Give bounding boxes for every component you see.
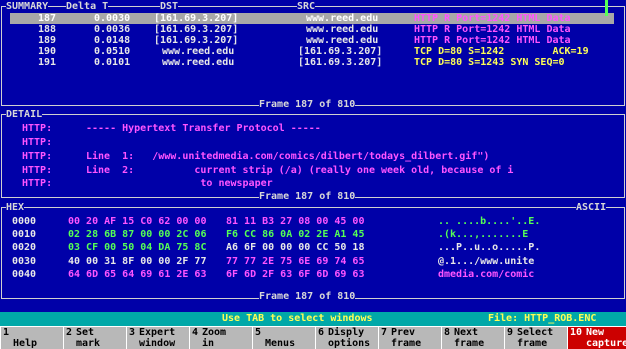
detail-text: Line 2: current strip (/a) (really one w… bbox=[86, 165, 514, 176]
row-id: 190 bbox=[38, 46, 57, 57]
hex-bytes-left: 02 28 6B 87 00 00 2C 06 bbox=[68, 229, 207, 240]
row-info: TCP D=80 S=1242 ACK=19 bbox=[414, 46, 589, 57]
detail-prefix: HTTP: bbox=[22, 123, 53, 134]
f6-display-options-key[interactable]: 6 Disply options bbox=[315, 327, 378, 349]
hex-ascii: .. ....b....'..E. bbox=[438, 216, 541, 227]
hex-ascii: dmedia.com/comic bbox=[438, 269, 535, 280]
f10-new-capture-key[interactable]: 10 New capture bbox=[567, 327, 626, 349]
hex-ascii: ...P..u..o.....P. bbox=[438, 242, 541, 253]
row-dst: [161.69.3.207] bbox=[154, 24, 239, 35]
detail-frame-counter: Frame 187 of 810 bbox=[259, 191, 356, 202]
col-delta-header: Delta T bbox=[66, 1, 109, 12]
f4-zoom-in-key[interactable]: 4 Zoom in bbox=[189, 327, 252, 349]
f5-menus-key[interactable]: 5 Menus bbox=[252, 327, 315, 349]
row-id: 188 bbox=[38, 24, 57, 35]
function-key-bar: 1 Help 2 Set mark 3 Expert window 4 Zoom… bbox=[0, 326, 626, 349]
f3-expert-window-key[interactable]: 3 Expert window bbox=[126, 327, 189, 349]
f2-set-mark-key[interactable]: 2 Set mark bbox=[63, 327, 126, 349]
f8-next-frame-key[interactable]: 8 Next frame bbox=[441, 327, 504, 349]
row-info: HTTP R Port=1242 HTML Data bbox=[414, 24, 571, 35]
hex-bytes-right: 81 11 B3 27 08 00 45 00 bbox=[226, 216, 365, 227]
status-hint: Use TAB to select windows bbox=[222, 313, 373, 324]
detail-prefix: HTTP: bbox=[22, 137, 53, 148]
row-dst: [161.69.3.207] bbox=[154, 35, 239, 46]
accent-bar bbox=[605, 0, 608, 16]
row-info: TCP D=80 S=1243 SYN SEQ=0 bbox=[414, 57, 565, 68]
hex-ascii: @.1.../www.unite bbox=[438, 256, 535, 267]
hex-address: 0000 bbox=[12, 216, 37, 227]
row-src: www.reed.edu bbox=[306, 35, 379, 46]
row-id: 189 bbox=[38, 35, 57, 46]
detail-prefix: HTTP: bbox=[22, 178, 53, 189]
f1-help-key[interactable]: 1 Help bbox=[0, 327, 63, 349]
hex-bytes-left: 03 CF 00 50 04 DA 75 8C bbox=[68, 242, 207, 253]
hex-address: 0040 bbox=[12, 269, 37, 280]
row-info: HTTP R Port=1242 HTML Data bbox=[414, 13, 571, 24]
hex-frame-counter: Frame 187 of 810 bbox=[259, 291, 356, 302]
detail-prefix: HTTP: bbox=[22, 165, 53, 176]
row-delta: 0.0036 bbox=[94, 24, 131, 35]
hex-bytes-left: 40 00 31 8F 00 00 2F 77 bbox=[68, 256, 207, 267]
summary-title: SUMMARY bbox=[6, 1, 49, 12]
row-src: www.reed.edu bbox=[306, 24, 379, 35]
status-file: File: HTTP_ROB.ENC bbox=[488, 313, 597, 324]
hex-address: 0030 bbox=[12, 256, 37, 267]
detail-text: Line 1: /www.unitedmedia.com/comics/dilb… bbox=[86, 151, 490, 162]
status-bar: Use TAB to select windows File: HTTP_ROB… bbox=[0, 312, 626, 326]
row-info: HTTP R Port=1242 HTML Data bbox=[414, 35, 571, 46]
ascii-title: ASCII bbox=[576, 202, 607, 213]
terminal-window: SUMMARY Delta T DST SRC 187 0.0030 [161.… bbox=[0, 0, 626, 326]
f9-select-frame-key[interactable]: 9 Select frame bbox=[504, 327, 567, 349]
row-id: 191 bbox=[38, 57, 57, 68]
row-delta: 0.0148 bbox=[94, 35, 131, 46]
row-src: www.reed.edu bbox=[306, 13, 379, 24]
row-delta: 0.0030 bbox=[94, 13, 131, 24]
row-dst: www.reed.edu bbox=[162, 46, 235, 57]
row-id: 187 bbox=[38, 13, 57, 24]
hex-bytes-right: F6 CC 86 0A 02 2E A1 45 bbox=[226, 229, 365, 240]
row-src: [161.69.3.207] bbox=[298, 57, 383, 68]
detail-prefix: HTTP: bbox=[22, 151, 53, 162]
hex-address: 0020 bbox=[12, 242, 37, 253]
sniffer-screen: SUMMARY Delta T DST SRC 187 0.0030 [161.… bbox=[0, 0, 626, 349]
row-dst: [161.69.3.207] bbox=[154, 13, 239, 24]
detail-text: ----- Hypertext Transfer Protocol ----- bbox=[86, 123, 321, 134]
row-src: [161.69.3.207] bbox=[298, 46, 383, 57]
row-delta: 0.0510 bbox=[94, 46, 131, 57]
hex-ascii: .(k...,.......E bbox=[438, 229, 529, 240]
hex-bytes-left: 00 20 AF 15 C0 62 00 00 bbox=[68, 216, 207, 227]
f7-prev-frame-key[interactable]: 7 Prev frame bbox=[378, 327, 441, 349]
col-src-header: SRC bbox=[297, 1, 316, 12]
hex-bytes-left: 64 6D 65 64 69 61 2E 63 bbox=[68, 269, 207, 280]
summary-frame-counter: Frame 187 of 810 bbox=[259, 99, 356, 110]
hex-bytes-right: 77 77 2E 75 6E 69 74 65 bbox=[226, 256, 365, 267]
detail-title: DETAIL bbox=[6, 109, 43, 120]
hex-bytes-right: 6F 6D 2F 63 6F 6D 69 63 bbox=[226, 269, 365, 280]
hex-title: HEX bbox=[6, 202, 25, 213]
col-dst-header: DST bbox=[160, 1, 179, 12]
hex-address: 0010 bbox=[12, 229, 37, 240]
hex-bytes-right: A6 6F 00 00 00 CC 50 18 bbox=[226, 242, 365, 253]
row-dst: www.reed.edu bbox=[162, 57, 235, 68]
detail-text: to newspaper bbox=[86, 178, 273, 189]
row-delta: 0.0101 bbox=[94, 57, 131, 68]
